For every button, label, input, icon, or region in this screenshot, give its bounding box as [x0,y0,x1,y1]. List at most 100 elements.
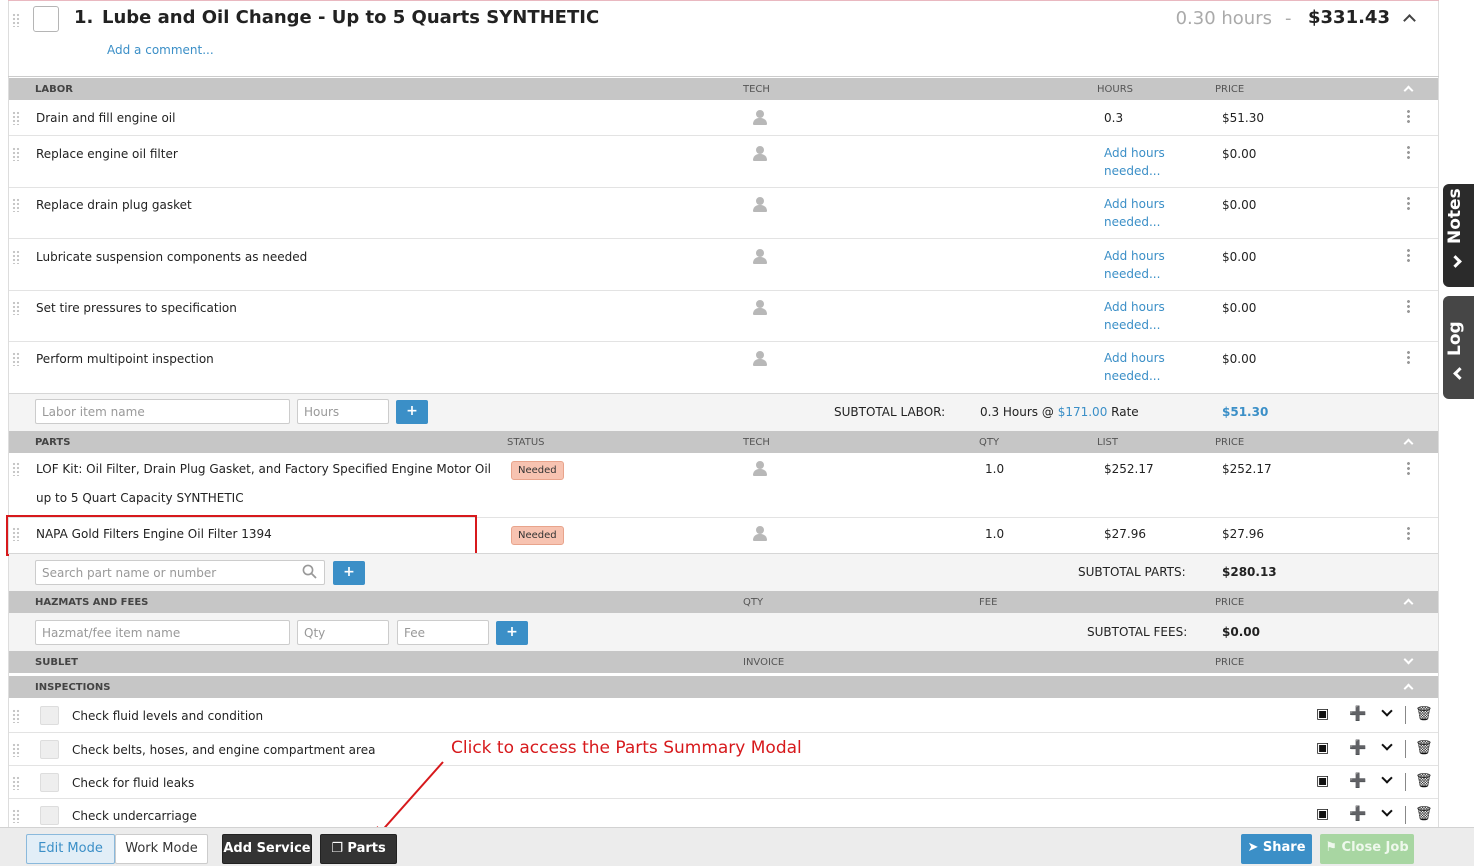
service-checkbox[interactable] [33,6,59,32]
part-name-line1[interactable]: LOF Kit: Oil Filter, Drain Plug Gasket, … [36,462,491,476]
more-options-icon[interactable] [1407,350,1410,364]
labor-item-name[interactable]: Set tire pressures to specification [36,301,237,315]
hazmat-fee-input[interactable]: Fee [397,620,489,645]
sublet-price-header: PRICE [1215,657,1245,668]
drag-handle-icon[interactable] [12,111,20,125]
labor-item-name[interactable]: Drain and fill engine oil [36,111,175,125]
inspection-checkbox[interactable] [40,773,59,792]
tech-person-icon[interactable] [753,110,767,126]
collapse-labor-chevron-up-icon[interactable] [1403,85,1414,96]
collapse-hazmat-chevron-up-icon[interactable] [1403,598,1414,609]
drag-handle-icon[interactable] [12,301,20,315]
labor-rate-link[interactable]: $171.00 [1058,405,1108,419]
tech-person-icon[interactable] [753,300,767,316]
parts-button[interactable]: ❐ Parts [320,834,397,864]
add-document-icon[interactable]: ➕ [1349,740,1366,756]
drag-handle-icon[interactable] [12,809,20,823]
labor-item-name-input[interactable]: Labor item name [35,399,290,424]
share-button[interactable]: ➤ Share [1241,834,1312,864]
tech-person-icon[interactable] [753,146,767,162]
trash-icon[interactable]: 🗑 [1415,740,1433,756]
notes-tab[interactable]: Notes [1443,184,1474,287]
trash-icon[interactable]: 🗑 [1415,706,1433,722]
inspection-checkbox[interactable] [40,740,59,759]
expand-sublet-chevron-down-icon[interactable] [1403,654,1414,665]
drag-handle-icon[interactable] [12,147,20,161]
parts-header-bar: PARTS STATUS TECH QTY LIST PRICE [9,431,1438,453]
tech-person-icon[interactable] [753,351,767,367]
tech-person-icon[interactable] [753,249,767,265]
hazmat-qty-input[interactable]: Qty [297,620,389,645]
more-options-icon[interactable] [1407,196,1410,210]
toolbox-icon[interactable]: ▣ [1316,806,1329,822]
labor-item-name[interactable]: Lubricate suspension components as neede… [36,250,307,264]
add-document-icon[interactable]: ➕ [1349,773,1366,789]
part-search-input[interactable]: Search part name or number [35,560,325,585]
inspection-name[interactable]: Check for fluid leaks [72,776,194,790]
search-icon[interactable] [302,564,317,579]
inspection-checkbox[interactable] [40,806,59,825]
labor-item-name[interactable]: Replace engine oil filter [36,147,178,161]
status-badge[interactable]: Needed [511,526,564,545]
more-options-icon[interactable] [1407,109,1410,123]
inspection-name[interactable]: Check fluid levels and condition [72,709,263,723]
trash-icon[interactable]: 🗑 [1415,806,1433,822]
inspection-checkbox[interactable] [40,706,59,725]
subtotal-labor-hours: 0.3 Hours @ $171.00 Rate [980,405,1139,419]
part-name-line2[interactable]: up to 5 Quart Capacity SYNTHETIC [36,491,244,505]
trash-icon[interactable]: 🗑 [1415,773,1433,789]
drag-handle-icon[interactable] [12,352,20,366]
service-title[interactable]: Lube and Oil Change - Up to 5 Quarts SYN… [102,7,599,28]
close-job-button[interactable]: ⚑ Close Job [1320,834,1414,864]
add-comment-link[interactable]: Add a comment... [107,43,214,57]
add-document-icon[interactable]: ➕ [1349,706,1366,722]
drag-handle-icon[interactable] [12,198,20,212]
labor-hours-input[interactable]: Hours [297,399,389,424]
annotation-text: Click to access the Parts Summary Modal [451,738,802,758]
drag-handle-icon[interactable] [12,743,20,757]
add-hours-link[interactable]: Add hours needed... [1104,349,1179,385]
drag-handle-icon[interactable] [12,776,20,790]
hazmat-fee-header: FEE [979,597,998,608]
status-badge[interactable]: Needed [511,461,564,480]
parts-status-header: STATUS [507,437,545,448]
labor-item-name[interactable]: Replace drain plug gasket [36,198,192,212]
toolbox-icon[interactable]: ▣ [1316,773,1329,789]
add-service-button[interactable]: Add Service [222,834,312,864]
add-document-icon[interactable]: ➕ [1349,806,1366,822]
drag-handle-icon[interactable] [12,709,20,723]
add-labor-button[interactable]: + [396,400,428,424]
toolbox-icon[interactable]: ▣ [1316,740,1329,756]
header-divider [8,76,1439,77]
toolbox-icon[interactable]: ▣ [1316,706,1329,722]
add-hours-link[interactable]: Add hours needed... [1104,144,1179,180]
more-options-icon[interactable] [1407,299,1410,313]
add-hours-link[interactable]: Add hours needed... [1104,195,1179,231]
more-options-icon[interactable] [1407,145,1410,159]
tech-person-icon[interactable] [753,197,767,213]
more-options-icon[interactable] [1407,248,1410,262]
collapse-inspections-chevron-up-icon[interactable] [1403,683,1414,694]
add-hours-link[interactable]: Add hours needed... [1104,247,1179,283]
log-tab[interactable]: Log [1443,296,1474,399]
tech-person-icon[interactable] [753,461,767,477]
hazmat-name-input[interactable]: Hazmat/fee item name [35,620,290,645]
inspection-name[interactable]: Check belts, hoses, and engine compartme… [72,743,375,757]
drag-handle-icon[interactable] [12,250,20,264]
chevron-left-icon [1453,367,1466,380]
add-hazmat-button[interactable]: + [496,621,528,645]
work-mode-button[interactable]: Work Mode [115,834,208,864]
labor-item-name[interactable]: Perform multipoint inspection [36,352,214,366]
tech-person-icon[interactable] [753,526,767,542]
collapse-parts-chevron-up-icon[interactable] [1403,438,1414,449]
add-hours-link[interactable]: Add hours needed... [1104,298,1179,334]
more-options-icon[interactable] [1407,461,1410,475]
edit-mode-button[interactable]: Edit Mode [26,834,115,864]
add-part-button[interactable]: + [333,561,365,585]
drag-handle-icon[interactable] [12,13,20,27]
drag-handle-icon[interactable] [12,462,20,476]
more-options-icon[interactable] [1407,526,1410,540]
inspection-name[interactable]: Check undercarriage [72,809,197,823]
hazmat-price-header: PRICE [1215,597,1245,608]
labor-hours-value[interactable]: 0.3 [1104,111,1123,125]
